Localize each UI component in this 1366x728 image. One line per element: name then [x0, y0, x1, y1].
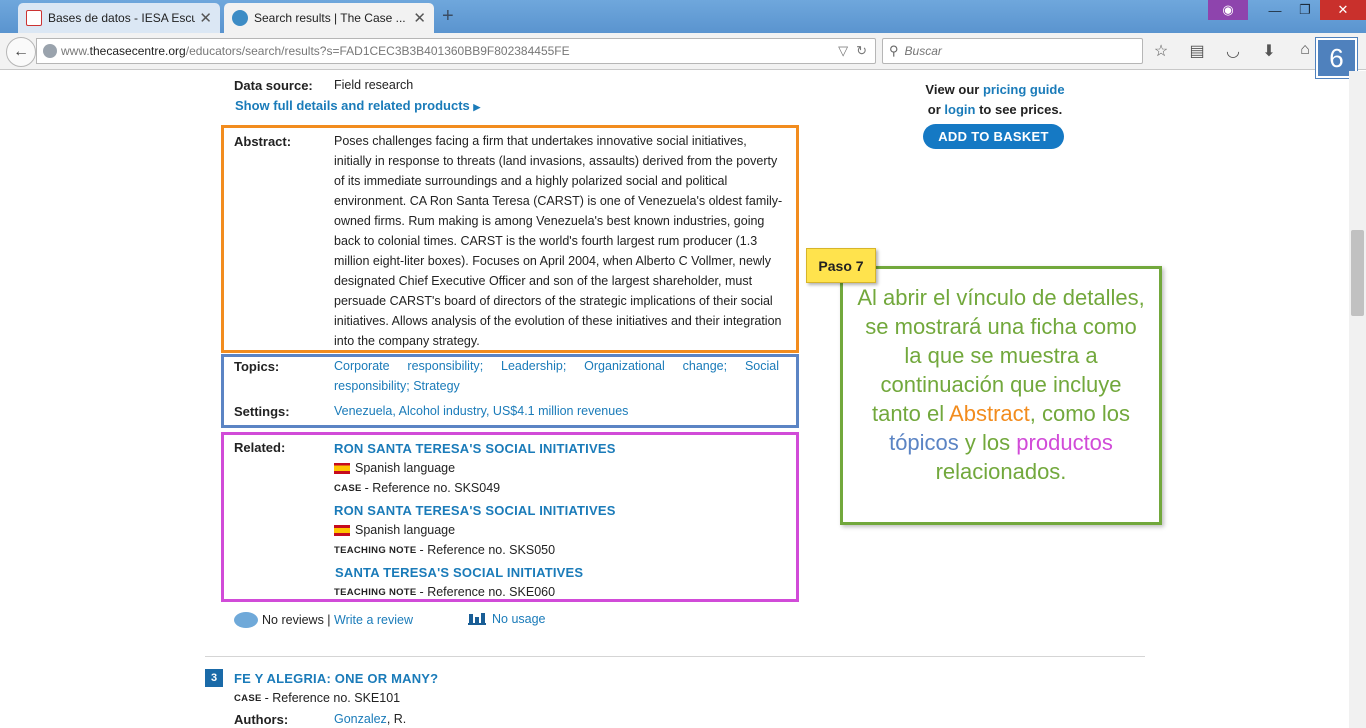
related-product-title[interactable]: RON SANTA TERESA'S SOCIAL INITIATIVES: [334, 503, 616, 518]
tutorial-callout: Al abrir el vínculo de detalles, se most…: [840, 266, 1162, 525]
login-link[interactable]: login: [944, 102, 975, 117]
speech-bubble-icon: [234, 612, 258, 628]
pricing-guide-link[interactable]: pricing guide: [983, 82, 1065, 97]
bookmark-star-icon[interactable]: ☆: [1150, 41, 1172, 61]
related-product-title[interactable]: SANTA TERESA'S SOCIAL INITIATIVES: [335, 565, 583, 580]
nav-bar: ← www.thecasecentre.org/educators/search…: [0, 33, 1366, 70]
scrollbar-thumb[interactable]: [1351, 230, 1364, 316]
author-link[interactable]: Gonzalez: [334, 712, 387, 726]
write-review-link[interactable]: Write a review: [334, 613, 413, 627]
tab-search-results[interactable]: Search results | The Case ... ✕: [224, 3, 434, 33]
tab-title: Bases de datos - IESA Escu...: [48, 11, 196, 25]
home-icon[interactable]: ⌂: [1294, 41, 1316, 61]
reload-icon[interactable]: ↻: [856, 43, 867, 59]
tab-bar: Bases de datos - IESA Escu... ✕ Search r…: [0, 0, 1366, 33]
setting-link[interactable]: US$4.1 million revenues: [493, 404, 629, 418]
pricing-info: View our pricing guide or login to see p…: [925, 82, 1065, 117]
reading-list-icon[interactable]: ▤: [1186, 41, 1208, 61]
usage-text: No usage: [492, 612, 546, 626]
search-bar[interactable]: ⚲: [882, 38, 1143, 64]
globe-icon: [43, 44, 57, 58]
topics-label: Topics:: [234, 359, 280, 374]
topics-list: Corporate responsibility; Leadership; Or…: [334, 359, 779, 393]
dropdown-icon[interactable]: ▽: [838, 43, 848, 59]
data-source-value: Field research: [334, 78, 414, 92]
related-language: Spanish language: [334, 523, 455, 537]
setting-link[interactable]: Alcohol industry: [399, 404, 486, 418]
related-product-title[interactable]: RON SANTA TERESA'S SOCIAL INITIATIVES: [334, 441, 616, 456]
related-reference: CASE - Reference no. SKS049: [334, 481, 501, 495]
iesa-favicon-icon: [26, 10, 42, 26]
related-reference: TEACHING NOTE - Reference no. SKS050: [334, 543, 556, 557]
search-icon: ⚲: [889, 43, 899, 58]
tab-title: Search results | The Case ...: [254, 11, 406, 25]
result-title-link[interactable]: FE Y ALEGRIA: ONE OR MANY?: [234, 671, 438, 686]
author-value: Gonzalez, R.: [334, 712, 407, 726]
back-arrow-icon[interactable]: ←: [6, 37, 36, 67]
data-source-label: Data source:: [234, 78, 313, 93]
topic-link[interactable]: Corporate responsibility: [334, 359, 480, 373]
divider: [205, 656, 1145, 657]
scrollbar-track[interactable]: [1349, 71, 1366, 728]
window-controls: ◉ — ❐ ✕: [1208, 0, 1366, 22]
abstract-text: Poses challenges facing a firm that unde…: [334, 134, 783, 348]
caret-right-icon: ▶: [473, 102, 481, 112]
reviews-row: No reviews | Write a review: [234, 612, 413, 628]
minimize-icon[interactable]: —: [1260, 0, 1290, 20]
topic-link[interactable]: Organizational change: [584, 359, 723, 373]
add-to-basket-button[interactable]: ADD TO BASKET: [923, 124, 1064, 149]
usage-row[interactable]: No usage: [468, 612, 546, 626]
result-number: 3: [205, 669, 223, 687]
casecentre-favicon-icon: [232, 10, 248, 26]
related-reference: TEACHING NOTE - Reference no. SKE060: [334, 585, 556, 599]
tab-bases-de-datos[interactable]: Bases de datos - IESA Escu... ✕: [18, 3, 220, 33]
related-label: Related:: [234, 440, 286, 455]
toolbar-icons: ☆ ▤ ◡ ⬇ ⌂: [1150, 41, 1316, 61]
reviews-count: No reviews |: [262, 613, 331, 627]
settings-label: Settings:: [234, 404, 290, 419]
new-tab-icon[interactable]: +: [442, 5, 454, 28]
search-input[interactable]: [904, 44, 1125, 58]
settings-list: Venezuela, Alcohol industry, US$4.1 mill…: [334, 404, 629, 418]
window-close-icon[interactable]: ✕: [1320, 0, 1366, 20]
pocket-icon[interactable]: ◡: [1222, 41, 1244, 61]
show-details-link[interactable]: Show full details and related products ▶: [235, 98, 480, 113]
close-icon[interactable]: ✕: [413, 9, 426, 27]
abstract-label: Abstract:: [234, 134, 292, 149]
topic-link[interactable]: Leadership: [501, 359, 563, 373]
bar-chart-icon: [468, 613, 486, 625]
step-label: Paso 7: [806, 248, 876, 283]
download-icon[interactable]: ⬇: [1258, 41, 1280, 61]
address-bar[interactable]: www.thecasecentre.org/educators/search/r…: [36, 38, 876, 64]
topic-link[interactable]: Strategy: [413, 379, 460, 393]
private-mask-icon: ◉: [1208, 0, 1248, 20]
close-icon[interactable]: ✕: [199, 9, 212, 27]
setting-link[interactable]: Venezuela: [334, 404, 392, 418]
authors-label: Authors:: [234, 712, 289, 727]
url-text: www.thecasecentre.org/educators/search/r…: [61, 44, 570, 58]
result-reference: CASE - Reference no. SKE101: [234, 691, 401, 705]
spain-flag-icon: [334, 462, 350, 474]
related-language: Spanish language: [334, 461, 455, 475]
spain-flag-icon: [334, 524, 350, 536]
restore-icon[interactable]: ❐: [1290, 0, 1320, 20]
